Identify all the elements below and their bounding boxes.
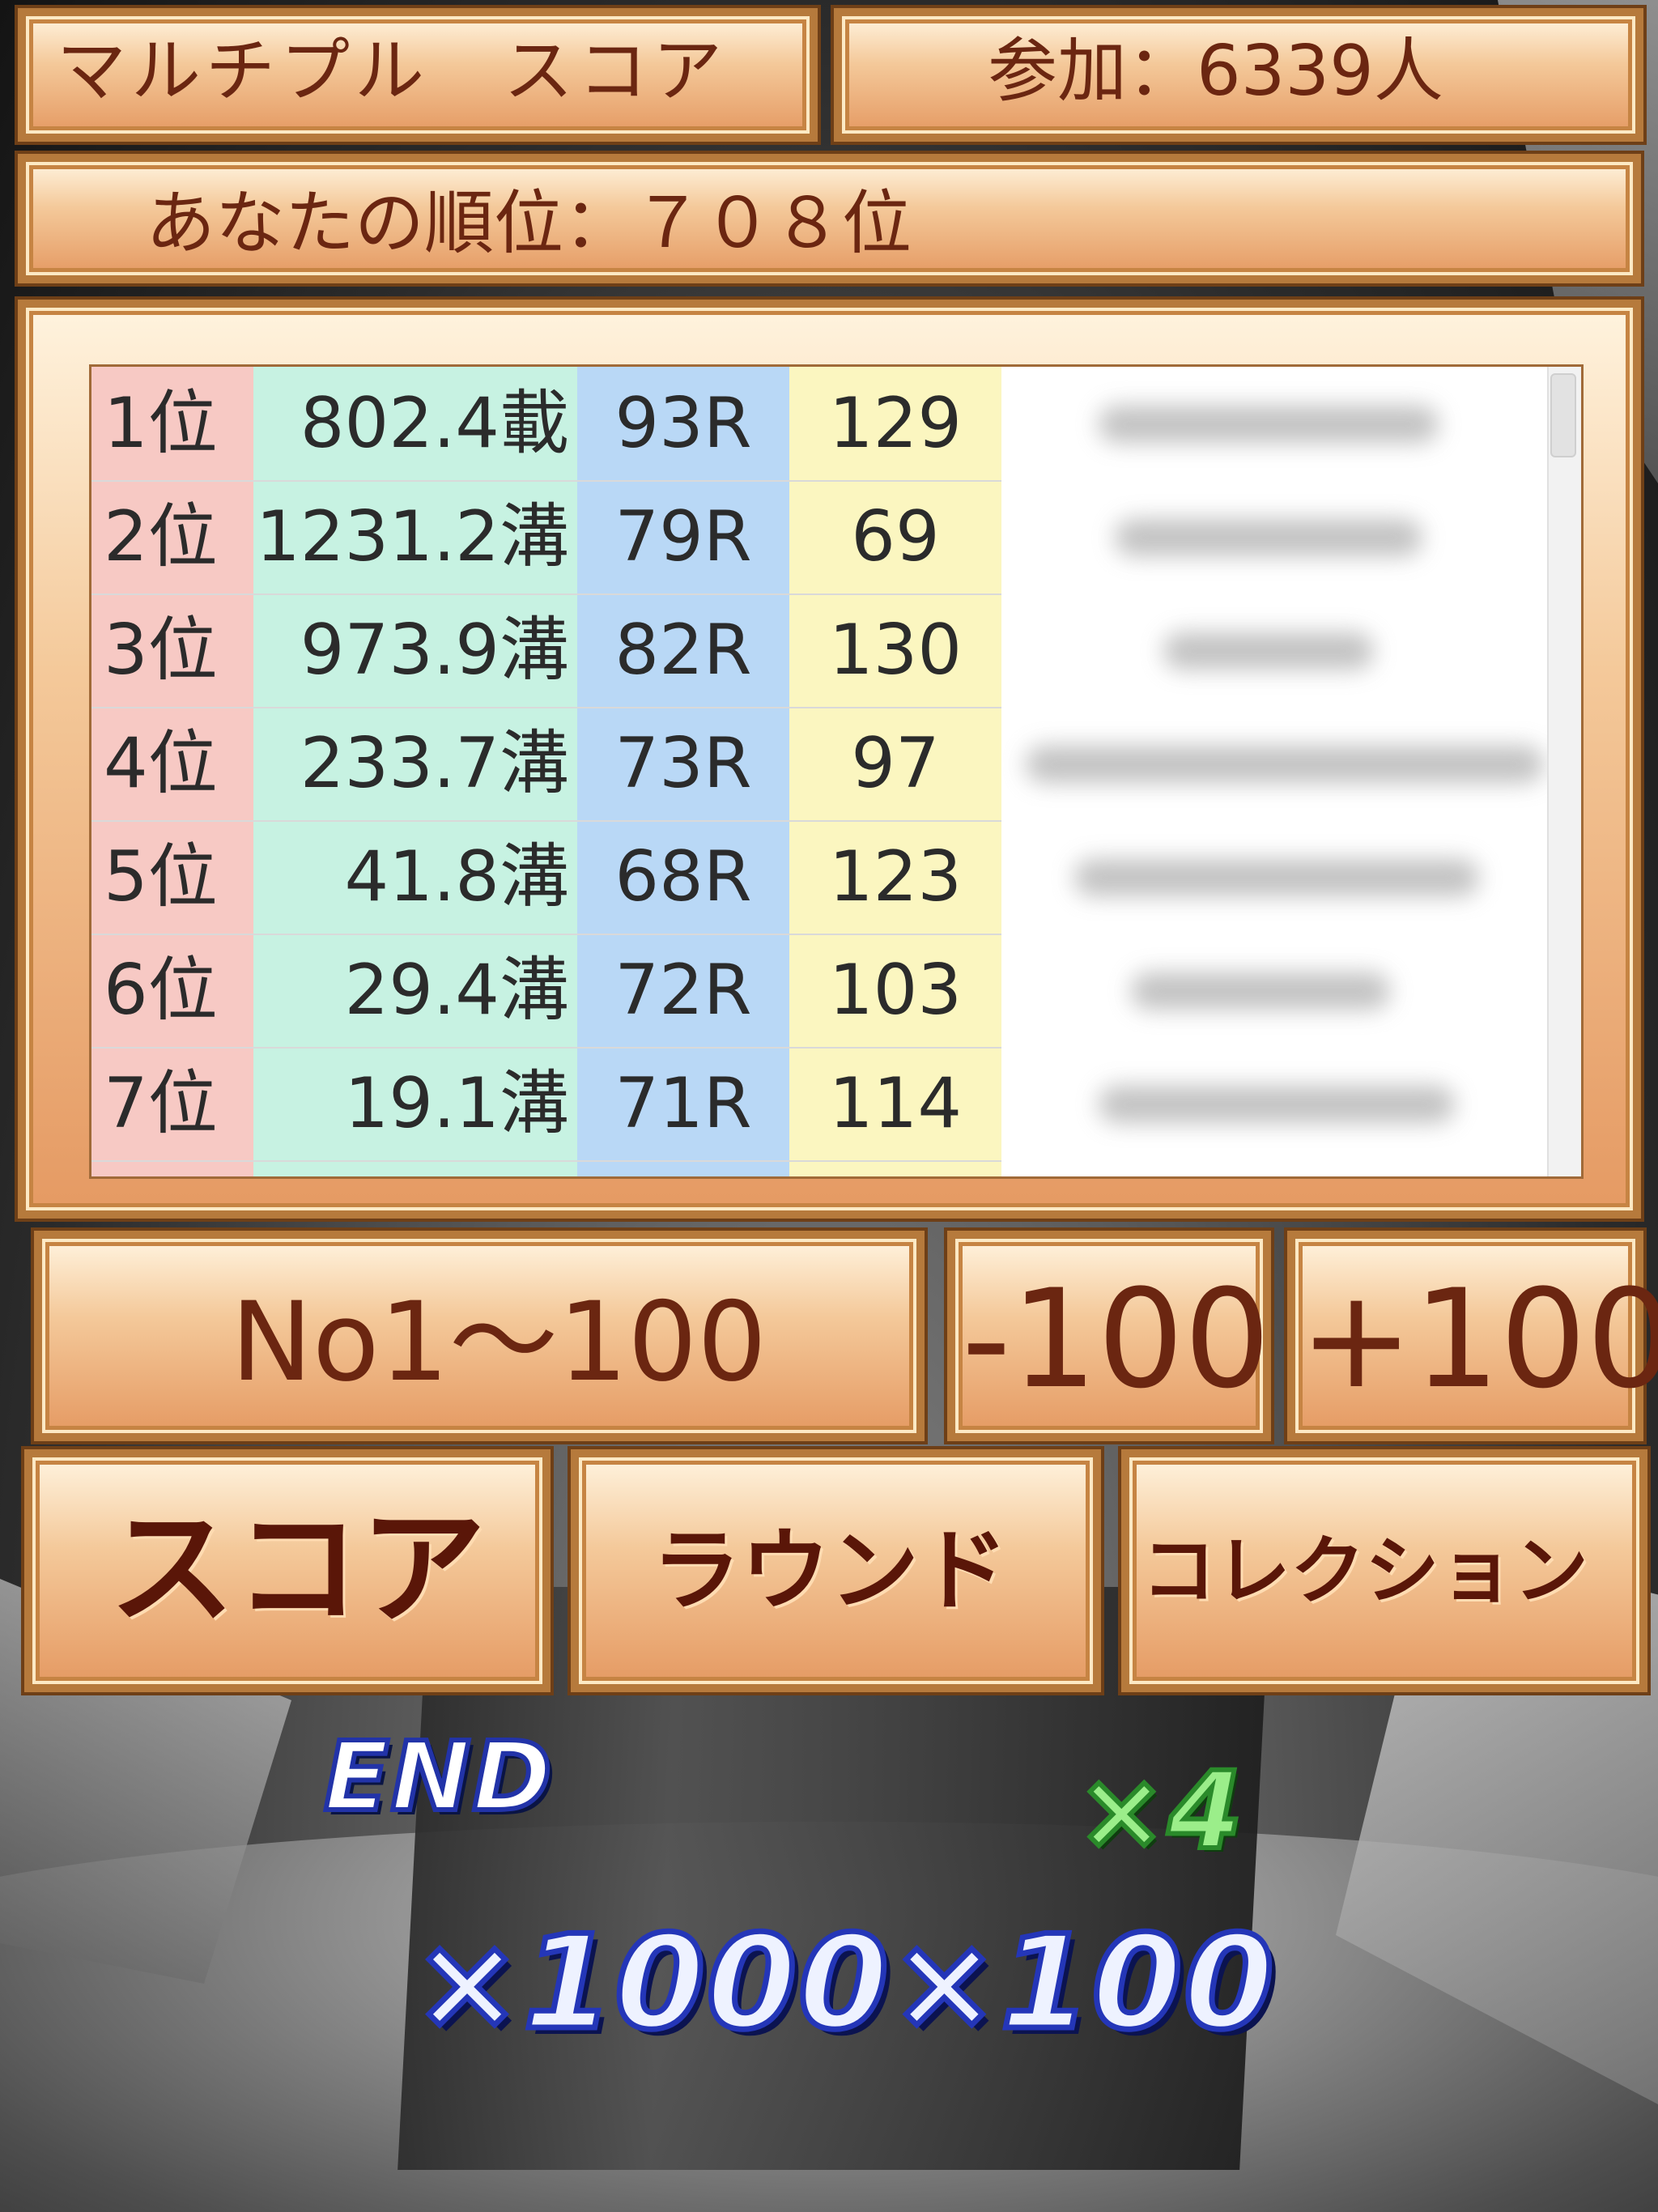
blurred-player-name <box>1099 1086 1455 1123</box>
participants-count: 参加：6339人 <box>988 31 1443 112</box>
rank-cell: 1位 <box>104 383 218 464</box>
rank-cell: 6位 <box>104 950 218 1031</box>
rank-cell: 7位 <box>104 1063 218 1144</box>
round-cell: 72R <box>614 950 752 1031</box>
table-row: 3位 973.9溝 82R 130 <box>91 593 1001 708</box>
score-cell: 29.4溝 <box>344 950 569 1031</box>
tab-collection-label: コレクション <box>1141 1528 1589 1614</box>
combo-cell: 97 <box>851 723 940 804</box>
prev-100-label: -100 <box>962 1260 1271 1419</box>
next-100-label: +100 <box>1299 1260 1658 1419</box>
table-row: 2位 1231.2溝 79R 69 <box>91 480 1001 595</box>
score-cell: 1231.2溝 <box>256 496 569 577</box>
round-cell: 71R <box>614 1063 752 1144</box>
page-title: マルチプル スコア <box>57 31 727 112</box>
green-multiplier: ×4 <box>1074 1746 1244 1876</box>
blurred-player-name <box>1026 746 1544 783</box>
blurred-player-name <box>1074 859 1479 896</box>
blurred-player-name <box>1115 519 1422 556</box>
score-cell: 19.1溝 <box>344 1063 569 1144</box>
score-cell: 41.8溝 <box>344 836 569 917</box>
score-cell: 802.4載 <box>300 383 569 464</box>
table-row: 7位 19.1溝 71R 114 <box>91 1047 1001 1162</box>
big-multiplier: ×1000×100 <box>410 1904 1276 2061</box>
rank-cell: 3位 <box>104 610 218 691</box>
table-row: 6位 29.4溝 72R 103 <box>91 934 1001 1049</box>
combo-cell: 103 <box>828 950 963 1031</box>
round-cell: 68R <box>614 836 752 917</box>
score-cell: 233.7溝 <box>300 723 569 804</box>
combo-cell: 123 <box>828 836 963 917</box>
score-cell: 973.9溝 <box>300 610 569 691</box>
range-label: No1〜100 <box>231 1278 767 1406</box>
rank-cell: 2位 <box>104 496 218 577</box>
round-cell: 82R <box>614 610 752 691</box>
my-rank-text: あなたの順位：７０８位 <box>146 183 912 264</box>
table-scrollbar[interactable] <box>1547 367 1581 1176</box>
player-name-column <box>1001 367 1549 1176</box>
combo-cell: 69 <box>851 496 940 577</box>
blurred-player-name <box>1131 972 1390 1010</box>
end-label: END <box>321 1718 554 1835</box>
round-cell: 73R <box>614 723 752 804</box>
combo-cell: 130 <box>828 610 963 691</box>
blurred-player-name <box>1099 406 1439 443</box>
ranking-table[interactable]: 1位 802.4載 93R 129 2位 1231.2溝 79R 69 3位 9… <box>89 364 1584 1179</box>
tab-round-label: ラウンド <box>652 1519 1008 1623</box>
blurred-player-name <box>1163 632 1374 670</box>
combo-cell: 114 <box>828 1063 963 1144</box>
round-cell: 93R <box>614 383 752 464</box>
table-row: 1位 802.4載 93R 129 <box>91 367 1001 482</box>
round-cell: 79R <box>614 496 752 577</box>
table-row: 5位 41.8溝 68R 123 <box>91 820 1001 935</box>
tab-score-label: スコア <box>109 1495 486 1642</box>
rank-cell: 4位 <box>104 723 218 804</box>
scrollbar-thumb[interactable] <box>1550 373 1576 457</box>
combo-cell: 129 <box>828 383 963 464</box>
rank-cell: 5位 <box>104 836 218 917</box>
table-row: 4位 233.7溝 73R 97 <box>91 707 1001 822</box>
